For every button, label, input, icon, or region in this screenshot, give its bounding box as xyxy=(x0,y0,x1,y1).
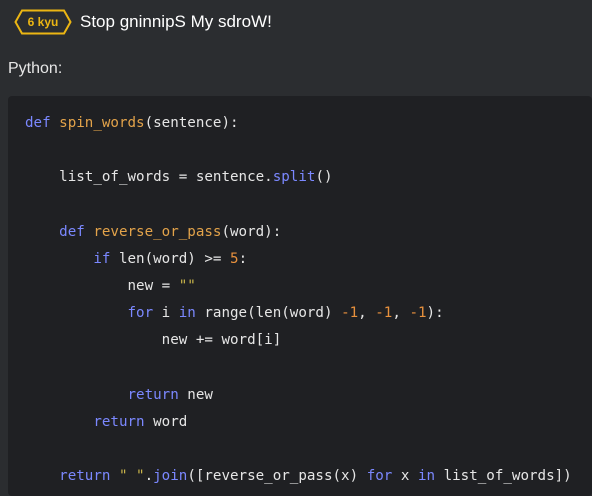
code-token: 5 xyxy=(230,250,239,267)
code-line: return " ".join([reverse_or_pass(x) for … xyxy=(25,466,572,486)
code-token: -1 xyxy=(409,305,427,322)
kata-title[interactable]: Stop gninnipS My sdroW! xyxy=(80,12,272,32)
code-token: if xyxy=(93,250,111,267)
code-token: "" xyxy=(178,277,196,294)
code-token: new += word[i] xyxy=(161,332,282,349)
code-line: return new xyxy=(25,385,213,405)
code-token: () xyxy=(315,169,333,186)
kyu-rank-label: 6 kyu xyxy=(27,15,59,29)
code-line: return word xyxy=(25,412,187,432)
code-token: new = xyxy=(127,277,179,294)
code-block[interactable]: def spin_words(sentence): list_of_words … xyxy=(8,96,592,496)
code-token: def xyxy=(59,223,85,240)
code-token: for xyxy=(127,305,154,322)
code-token: for xyxy=(366,467,393,484)
code-token: (word): xyxy=(221,223,282,240)
code-token: (sentence): xyxy=(144,115,239,131)
code-token: split xyxy=(272,169,316,186)
code-token: ): xyxy=(426,305,444,322)
code-token: ([reverse_or_pass(x) xyxy=(187,467,367,484)
code-token: , xyxy=(392,305,410,322)
code-token: " " xyxy=(118,467,145,484)
code-token: -1 xyxy=(341,305,359,322)
code-token: list_of_words = sentence. xyxy=(59,169,273,186)
code-token: def xyxy=(25,115,51,131)
code-token: return xyxy=(59,467,111,484)
code-token: new xyxy=(178,386,213,403)
code-line: if len(word) >= 5: xyxy=(25,249,247,269)
code-token: range(len(word) xyxy=(195,305,342,322)
code-token: -1 xyxy=(375,305,393,322)
code-line: def reverse_or_pass(word): xyxy=(25,222,281,242)
code-line: list_of_words = sentence.split() xyxy=(25,167,333,187)
code-token: x xyxy=(392,467,418,484)
code-token: return xyxy=(93,413,145,430)
code-line: new += word[i] xyxy=(25,330,282,350)
code-token: , xyxy=(358,305,376,322)
code-token: return xyxy=(127,386,179,403)
kyu-rank-badge[interactable]: 6 kyu xyxy=(14,9,72,35)
code-line: def spin_words(sentence): xyxy=(25,113,239,133)
code-token: . xyxy=(144,467,154,484)
code-token: join xyxy=(153,467,188,484)
code-line: for i in range(len(word) -1, -1, -1): xyxy=(25,303,444,323)
code-line: new = "" xyxy=(25,276,196,296)
code-token: in xyxy=(417,467,436,484)
code-token: list_of_words]) xyxy=(435,467,572,484)
code-token: in xyxy=(178,305,196,322)
kata-header: 6 kyu Stop gninnipS My sdroW! xyxy=(14,8,272,36)
code-token: i xyxy=(153,305,179,322)
code-token: reverse_or_pass xyxy=(93,223,222,240)
code-token: : xyxy=(238,250,248,267)
language-label: Python: xyxy=(8,60,63,77)
code-token: spin_words xyxy=(59,115,145,131)
code-token: len(word) >= xyxy=(110,250,231,267)
code-token: word xyxy=(144,413,188,430)
